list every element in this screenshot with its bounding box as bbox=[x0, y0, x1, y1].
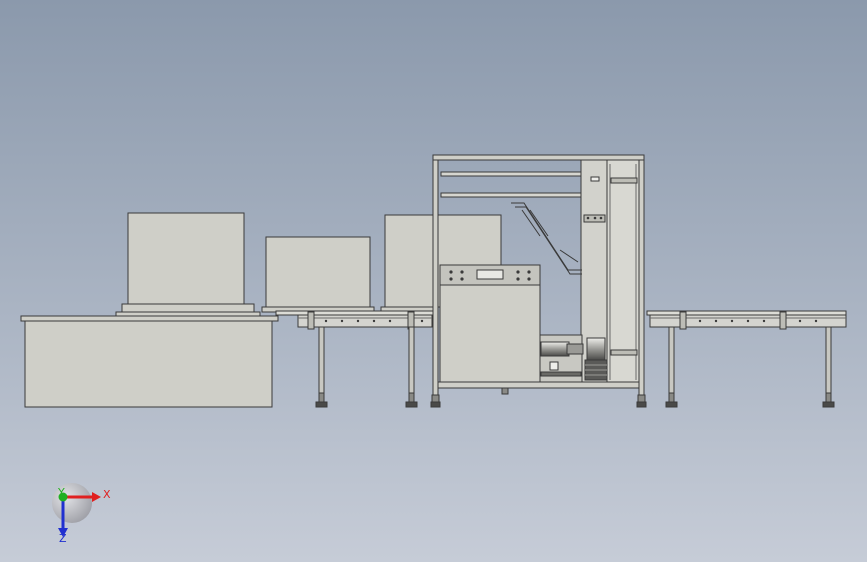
y-axis-label: Y bbox=[57, 486, 65, 499]
machine-assembly-view[interactable]: X Y Z bbox=[0, 0, 867, 562]
control-cabinet[interactable] bbox=[439, 264, 541, 383]
x-axis-label: X bbox=[103, 488, 111, 501]
flap-guide[interactable] bbox=[511, 202, 582, 275]
box-middle[interactable] bbox=[261, 236, 375, 313]
x-axis-arrowhead bbox=[92, 492, 101, 502]
box-large[interactable] bbox=[115, 212, 261, 317]
cad-viewport[interactable]: X Y Z bbox=[0, 0, 867, 562]
infeed-table[interactable] bbox=[20, 315, 279, 408]
right-conveyor[interactable] bbox=[646, 310, 847, 408]
z-axis-label: Z bbox=[59, 532, 67, 545]
drive-assembly[interactable] bbox=[539, 334, 608, 383]
display-panel bbox=[476, 269, 504, 280]
left-conveyor[interactable] bbox=[275, 310, 435, 408]
orientation-triad[interactable]: X Y Z bbox=[52, 483, 111, 545]
